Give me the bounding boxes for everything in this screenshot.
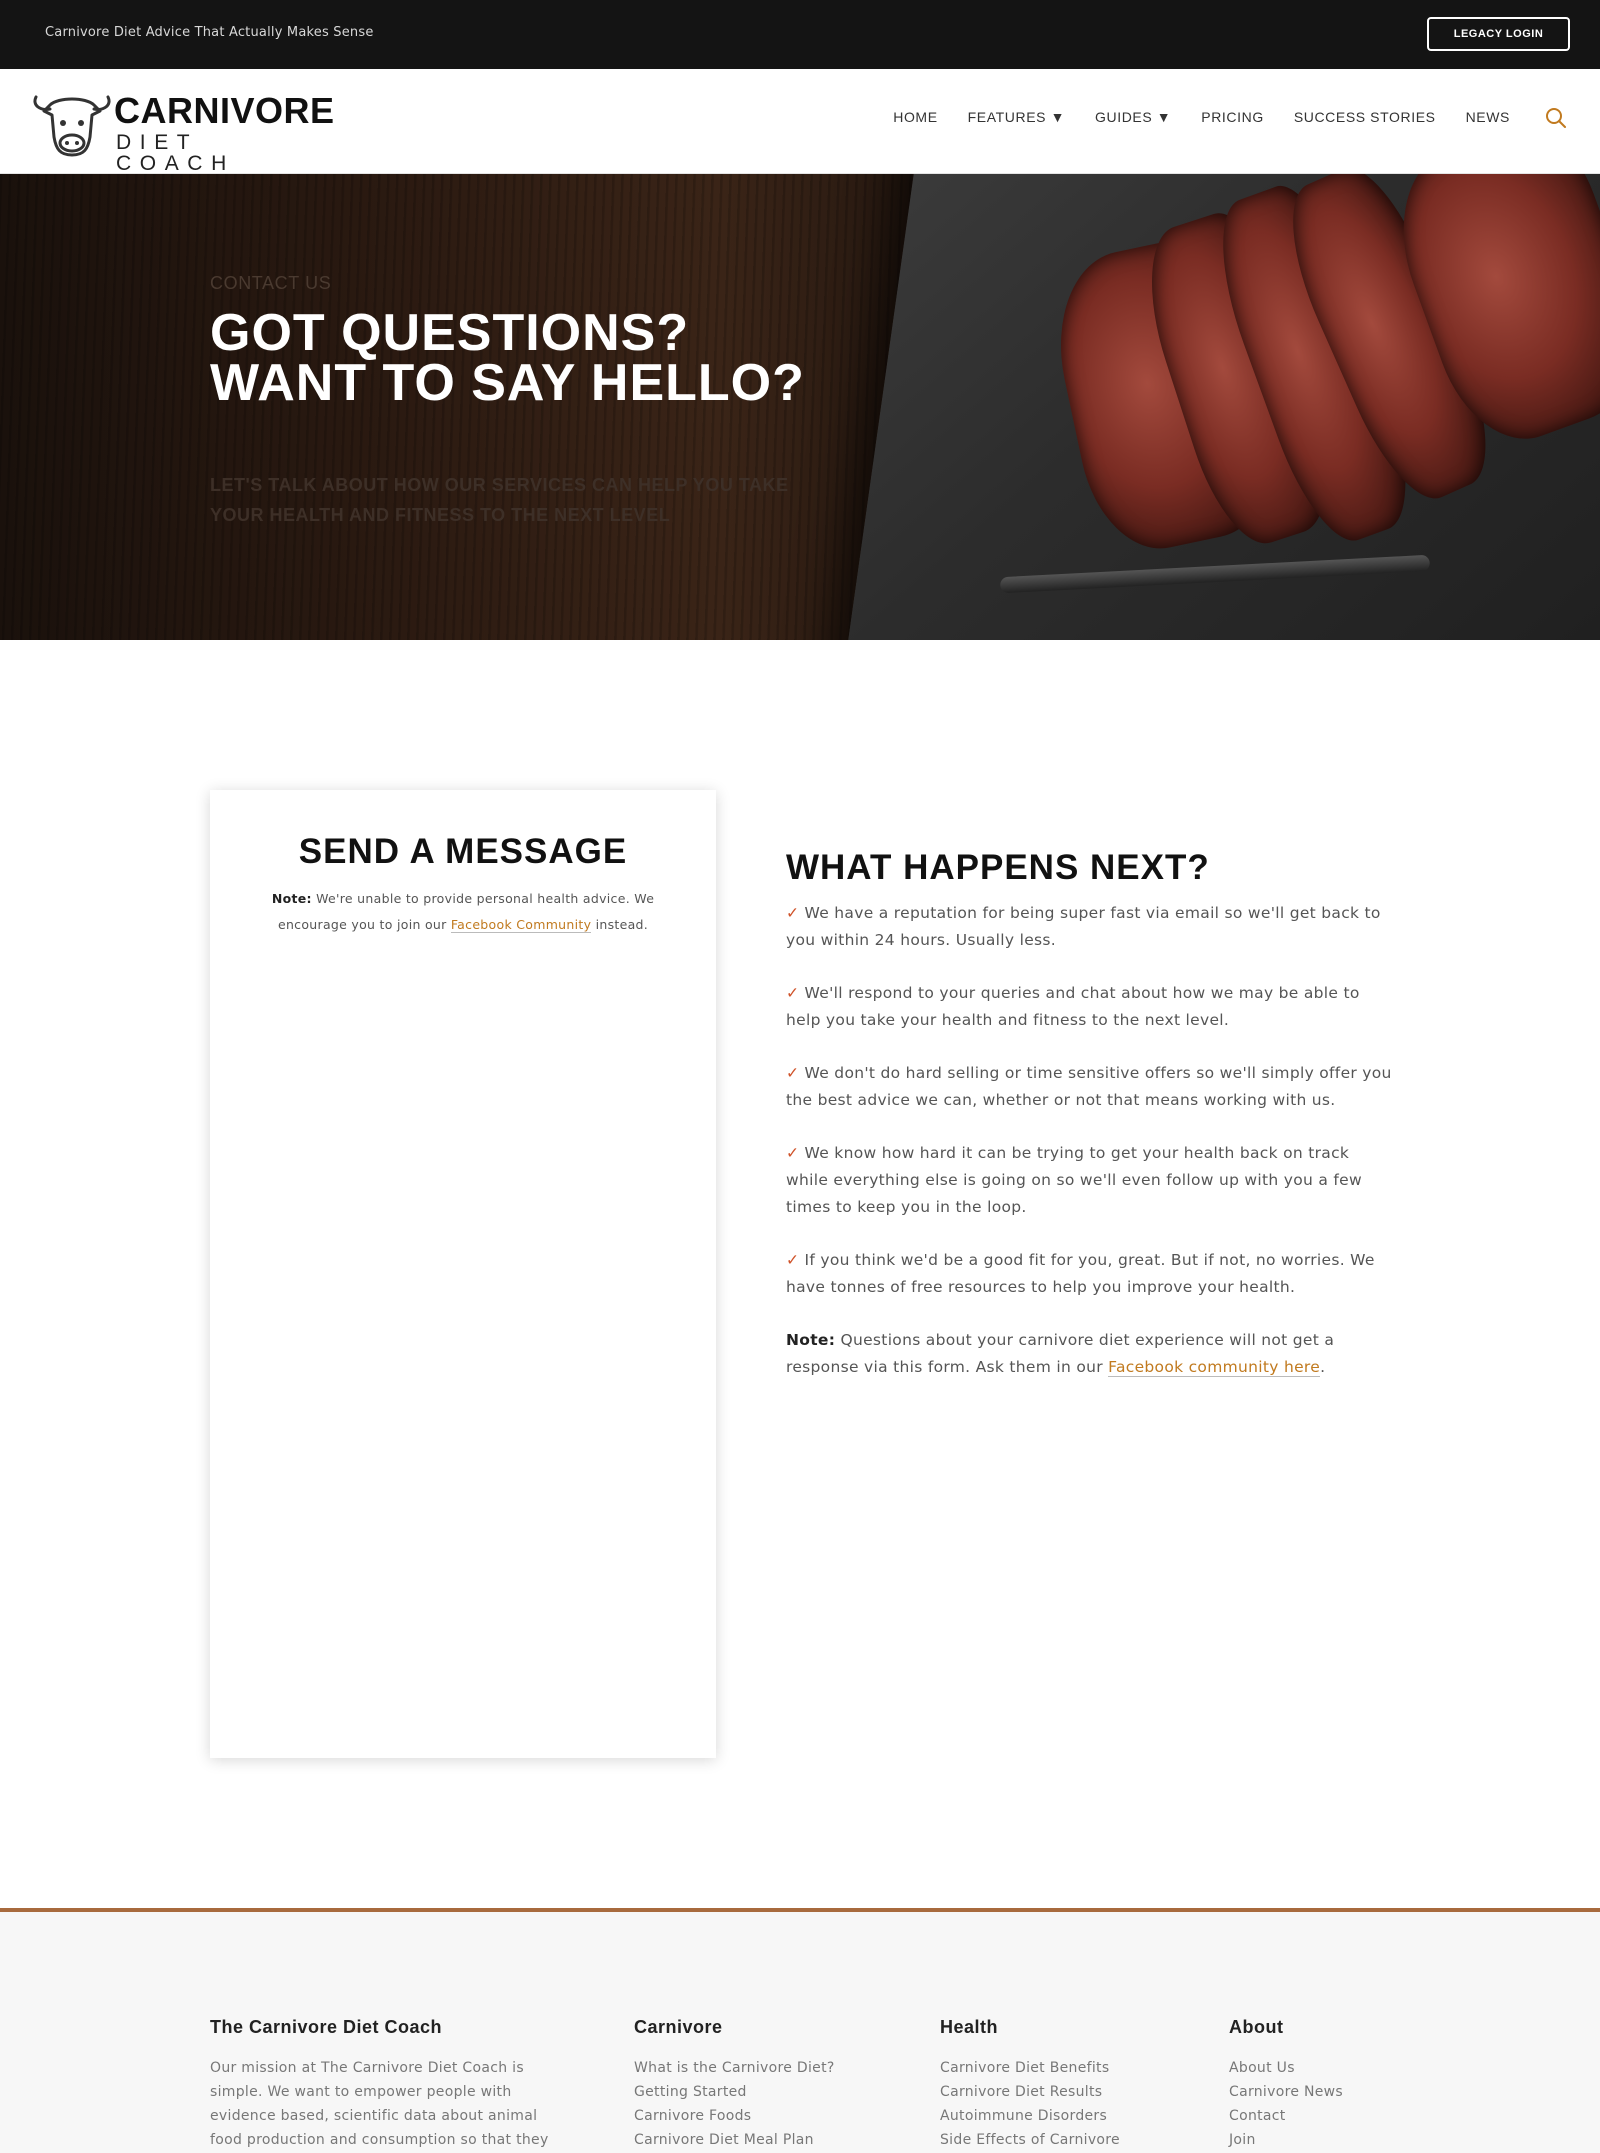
- top-bar: Carnivore Diet Advice That Actually Make…: [0, 0, 1600, 69]
- check-icon: ✓: [786, 984, 800, 1002]
- list-item-text: If you think we'd be a good fit for you,…: [786, 1251, 1375, 1296]
- site-header: CARNIVORE DIET COACH HOME FEATURES ▼ GUI…: [0, 69, 1600, 174]
- nav-guides[interactable]: GUIDES ▼: [1095, 109, 1171, 125]
- next-title: WHAT HAPPENS NEXT?: [786, 848, 1210, 887]
- next-note: Note: Questions about your carnivore die…: [786, 1327, 1396, 1381]
- footer-link[interactable]: Carnivore Diet Meal Plan: [634, 2128, 835, 2152]
- search-icon[interactable]: [1545, 107, 1567, 129]
- form-note-label: Note:: [271, 891, 312, 906]
- footer-col-title: Health: [940, 2017, 999, 2037]
- list-item-text: We'll respond to your queries and chat a…: [786, 984, 1360, 1029]
- nav-features[interactable]: FEATURES ▼: [968, 109, 1065, 125]
- next-note-tail: .: [1320, 1358, 1326, 1376]
- list-item: ✓ We'll respond to your queries and chat…: [786, 980, 1396, 1034]
- list-item-text: We have a reputation for being super fas…: [786, 904, 1381, 949]
- footer-col-health: Health Carnivore Diet Benefits Carnivore…: [940, 2017, 1120, 2152]
- check-icon: ✓: [786, 904, 800, 922]
- footer-link[interactable]: Carnivore Diet Benefits: [940, 2056, 1120, 2080]
- footer-link[interactable]: Carnivore Diet Results: [940, 2080, 1120, 2104]
- footer-link[interactable]: Autoimmune Disorders: [940, 2104, 1120, 2128]
- hero-kicker: CONTACT US: [210, 273, 332, 293]
- brand-subtitle: DIET COACH: [116, 131, 235, 175]
- footer-link[interactable]: Carnivore Foods: [634, 2104, 835, 2128]
- footer-col-title: Carnivore: [634, 2017, 723, 2037]
- form-title: SEND A MESSAGE: [298, 832, 628, 871]
- main-nav: HOME FEATURES ▼ GUIDES ▼ PRICING SUCCESS…: [893, 109, 1510, 125]
- check-icon: ✓: [786, 1144, 800, 1162]
- what-happens-next: WHAT HAPPENS NEXT? ✓ We have a reputatio…: [786, 848, 1396, 1407]
- list-item: ✓ We don't do hard selling or time sensi…: [786, 1060, 1396, 1114]
- footer-link[interactable]: Join: [1229, 2128, 1343, 2152]
- form-note: Note: We're unable to provide personal h…: [250, 886, 676, 938]
- list-item-text: We don't do hard selling or time sensiti…: [786, 1064, 1392, 1109]
- check-icon: ✓: [786, 1251, 800, 1269]
- hero-subtitle: LET'S TALK ABOUT HOW OUR SERVICES CAN HE…: [210, 475, 789, 525]
- nav-home[interactable]: HOME: [893, 109, 937, 125]
- footer-col-title: About: [1229, 2017, 1284, 2037]
- form-note-tail: instead.: [591, 917, 649, 932]
- next-note-label: Note:: [786, 1331, 836, 1349]
- site-logo[interactable]: CARNIVORE DIET COACH: [30, 87, 334, 174]
- footer-col-title: The Carnivore Diet Coach: [210, 2017, 443, 2037]
- check-icon: ✓: [786, 1064, 800, 1082]
- footer-link[interactable]: Side Effects of Carnivore: [940, 2128, 1120, 2152]
- list-item-text: We know how hard it can be trying to get…: [786, 1144, 1362, 1216]
- facebook-community-here-link[interactable]: Facebook community here: [1108, 1358, 1321, 1377]
- contact-form-card: SEND A MESSAGE Note: We're unable to pro…: [210, 790, 716, 1758]
- footer-link[interactable]: What is the Carnivore Diet?: [634, 2056, 835, 2080]
- legacy-login-button[interactable]: LEGACY LOGIN: [1427, 17, 1570, 51]
- list-item: ✓ We know how hard it can be trying to g…: [786, 1140, 1396, 1221]
- footer-col-carnivore: Carnivore What is the Carnivore Diet? Ge…: [634, 2017, 835, 2152]
- hero-banner: CONTACT US GOT QUESTIONS? WANT TO SAY HE…: [0, 174, 1600, 640]
- footer-col-about-site: The Carnivore Diet Coach Our mission at …: [210, 2017, 550, 2152]
- hero-title: GOT QUESTIONS? WANT TO SAY HELLO?: [210, 304, 805, 412]
- brand-name: CARNIVORE: [114, 90, 335, 131]
- footer-link[interactable]: Getting Started: [634, 2080, 835, 2104]
- list-item: ✓ We have a reputation for being super f…: [786, 900, 1396, 954]
- footer-link[interactable]: Carnivore News: [1229, 2080, 1343, 2104]
- footer-col-about: About About Us Carnivore News Contact Jo…: [1229, 2017, 1343, 2152]
- nav-success-stories[interactable]: SUCCESS STORIES: [1294, 109, 1436, 125]
- footer-link[interactable]: Contact: [1229, 2104, 1343, 2128]
- site-tagline: Carnivore Diet Advice That Actually Make…: [45, 25, 374, 40]
- nav-pricing[interactable]: PRICING: [1201, 109, 1264, 125]
- footer-link[interactable]: About Us: [1229, 2056, 1343, 2080]
- nav-news[interactable]: NEWS: [1466, 109, 1510, 125]
- facebook-community-link[interactable]: Facebook Community: [450, 917, 592, 933]
- site-footer: The Carnivore Diet Coach Our mission at …: [0, 1908, 1600, 2153]
- list-item: ✓ If you think we'd be a good fit for yo…: [786, 1247, 1396, 1301]
- footer-mission: Our mission at The Carnivore Diet Coach …: [210, 2060, 549, 2148]
- cow-head-icon: [33, 95, 111, 157]
